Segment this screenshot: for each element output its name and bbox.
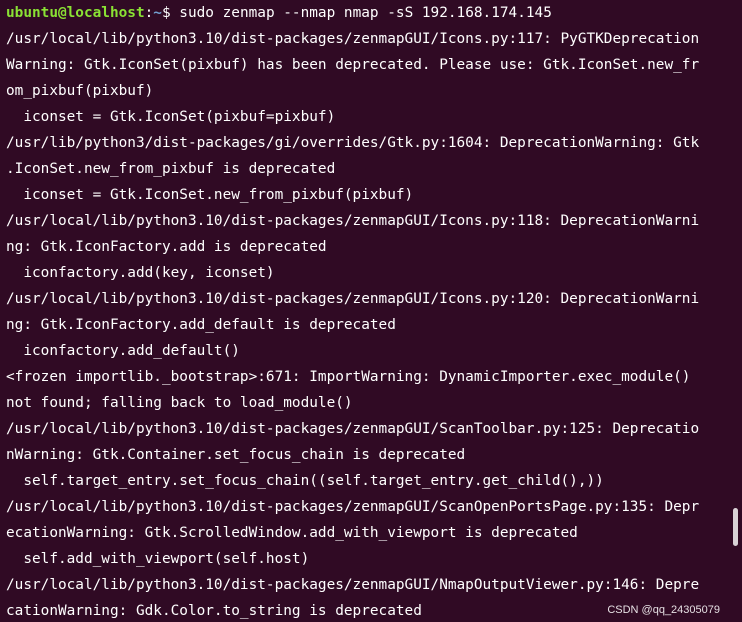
prompt-command: sudo zenmap --nmap nmap -sS 192.168.174.… xyxy=(170,5,552,21)
output-line: ng: Gtk.IconFactory.add_default is depre… xyxy=(6,317,396,333)
vertical-scrollbar[interactable] xyxy=(732,0,742,622)
prompt-line: ubuntu@localhost:~$ sudo zenmap --nmap n… xyxy=(6,0,732,26)
output-line: /usr/lib/python3/dist-packages/gi/overri… xyxy=(6,135,700,151)
output-line: self.add_with_viewport(self.host) xyxy=(6,551,310,567)
output-line: iconfactory.add_default() xyxy=(6,343,240,359)
terminal-output[interactable]: ubuntu@localhost:~$ sudo zenmap --nmap n… xyxy=(6,0,732,622)
watermark: CSDN @qq_24305079 xyxy=(607,604,720,616)
output-line: iconset = Gtk.IconSet(pixbuf=pixbuf) xyxy=(6,109,336,125)
output-line: /usr/local/lib/python3.10/dist-packages/… xyxy=(6,499,700,515)
output-line: nWarning: Gtk.Container.set_focus_chain … xyxy=(6,447,466,463)
output-line: /usr/local/lib/python3.10/dist-packages/… xyxy=(6,31,700,47)
output-line: /usr/local/lib/python3.10/dist-packages/… xyxy=(6,213,700,229)
prompt-separator: : xyxy=(144,5,154,21)
output-line: iconset = Gtk.IconSet.new_from_pixbuf(pi… xyxy=(6,187,414,203)
output-line: /usr/local/lib/python3.10/dist-packages/… xyxy=(6,291,700,307)
scrollbar-thumb[interactable] xyxy=(733,508,738,546)
prompt-path: ~ xyxy=(153,5,162,21)
output-line: /usr/local/lib/python3.10/dist-packages/… xyxy=(6,421,700,437)
terminal-window[interactable]: ubuntu@localhost:~$ sudo zenmap --nmap n… xyxy=(0,0,742,622)
prompt-symbol: $ xyxy=(161,5,171,21)
output-line: /usr/local/lib/python3.10/dist-packages/… xyxy=(6,577,700,593)
prompt-user-host: ubuntu@localhost xyxy=(6,5,145,21)
output-line: Warning: Gtk.IconSet(pixbuf) has been de… xyxy=(6,57,700,73)
output-line: not found; falling back to load_module() xyxy=(6,395,353,411)
output-line: self.target_entry.set_focus_chain((self.… xyxy=(6,473,604,489)
output-line: om_pixbuf(pixbuf) xyxy=(6,83,154,99)
output-line: ng: Gtk.IconFactory.add is deprecated xyxy=(6,239,327,255)
output-line: .IconSet.new_from_pixbuf is deprecated xyxy=(6,161,336,177)
output-line: ecationWarning: Gtk.ScrolledWindow.add_w… xyxy=(6,525,578,541)
output-line: <frozen importlib._bootstrap>:671: Impor… xyxy=(6,369,691,385)
output-line: iconfactory.add(key, iconset) xyxy=(6,265,275,281)
